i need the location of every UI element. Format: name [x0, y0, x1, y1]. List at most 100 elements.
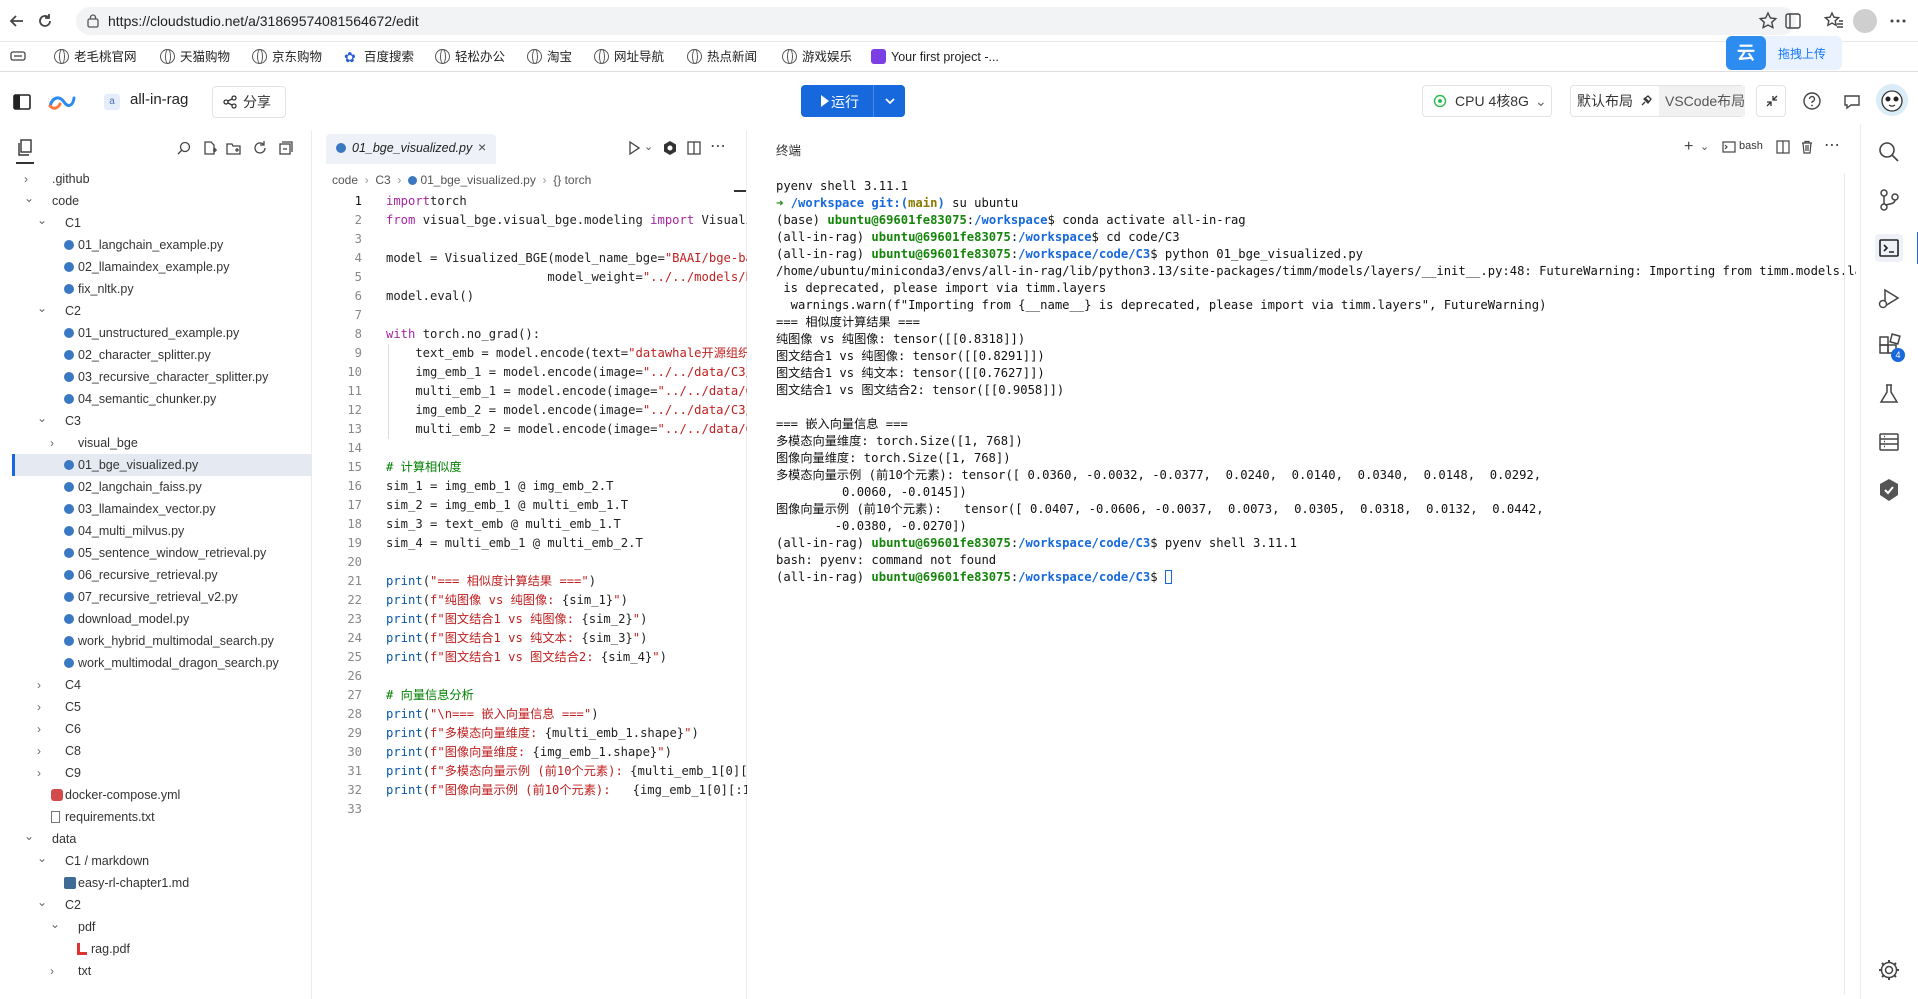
bookmark-3[interactable]: ✿ 百度搜索: [344, 48, 414, 66]
new-folder-icon[interactable]: [226, 140, 242, 156]
tree-file[interactable]: 07_recursive_retrieval_v2.py: [12, 586, 312, 608]
settings-gear-icon[interactable]: [1875, 956, 1903, 984]
tree-file[interactable]: work_hybrid_multimodal_search.py: [12, 630, 312, 652]
toggle-sidebar-icon[interactable]: [8, 88, 36, 116]
source-control-icon[interactable]: [1875, 186, 1903, 214]
run-debug-icon[interactable]: [1875, 284, 1903, 312]
testing-flask-icon[interactable]: [1875, 380, 1903, 408]
tree-folder[interactable]: ⌄ code: [12, 190, 312, 212]
editor-more-icon[interactable]: ⋯: [710, 136, 726, 156]
terminal-shell-label[interactable]: bash: [1739, 140, 1763, 152]
tree-file[interactable]: 04_multi_milvus.py: [12, 520, 312, 542]
refresh-icon[interactable]: [252, 140, 268, 156]
tree-file[interactable]: work_multimodal_dragon_search.py: [12, 652, 312, 674]
tree-file[interactable]: 03_llamaindex_vector.py: [12, 498, 312, 520]
share-button[interactable]: 分享: [212, 86, 286, 118]
bash-terminal-icon[interactable]: [1722, 140, 1736, 154]
tree-folder[interactable]: › .github: [12, 168, 312, 190]
tree-folder[interactable]: ⌄ C1: [12, 212, 312, 234]
bookmark-7[interactable]: 热点新闻: [687, 48, 757, 66]
new-file-icon[interactable]: [202, 140, 218, 156]
tree-file[interactable]: 03_recursive_character_splitter.py: [12, 366, 312, 388]
split-terminal-icon[interactable]: [1776, 140, 1790, 154]
tree-folder[interactable]: ⌄ pdf: [12, 916, 312, 938]
tree-file[interactable]: 02_langchain_faiss.py: [12, 476, 312, 498]
terminal-dropdown-chevron-icon[interactable]: ⌄: [1700, 140, 1709, 153]
favorite-star-icon[interactable]: [1757, 10, 1779, 32]
bookmark-9[interactable]: Your first project -...: [871, 48, 999, 66]
explorer-files-icon[interactable]: [16, 138, 34, 164]
remote-explorer-icon[interactable]: [1875, 428, 1903, 456]
search-files-icon[interactable]: [176, 140, 192, 156]
user-avatar[interactable]: [1876, 84, 1908, 116]
tree-file[interactable]: fix_nltk.py: [12, 278, 312, 300]
bookmark-6[interactable]: 网址导航: [594, 48, 664, 66]
run-file-play-icon[interactable]: [626, 140, 642, 156]
tree-folder[interactable]: ⌄ C1 / markdown: [12, 850, 312, 872]
bookmark-1[interactable]: 天猫购物: [160, 48, 230, 66]
breadcrumb-item[interactable]: code: [332, 173, 358, 187]
bookmark-4[interactable]: 轻松办公: [435, 48, 505, 66]
terminal-scrollbar[interactable]: [1844, 174, 1845, 994]
favorites-icon[interactable]: [1823, 10, 1845, 32]
run-dropdown-chevron-icon[interactable]: [882, 93, 898, 109]
kill-terminal-trash-icon[interactable]: [1800, 140, 1814, 154]
code-area[interactable]: 1 importtorch 2 from visual_bge.visual_bge.…: [322, 192, 747, 819]
split-editor-icon[interactable]: [686, 140, 702, 156]
site-info-icon[interactable]: [86, 14, 100, 28]
editor-tab[interactable]: 01_bge_visualized.py ×: [326, 134, 496, 164]
extensions-icon[interactable]: 4: [1875, 332, 1905, 362]
collapse-button[interactable]: [1756, 85, 1786, 117]
breadcrumb-item[interactable]: 01_bge_visualized.py: [420, 173, 535, 187]
tree-file[interactable]: easy-rl-chapter1.md: [12, 872, 312, 894]
breadcrumb-item[interactable]: C3: [375, 173, 390, 187]
tree-folder[interactable]: ⌄ C2: [12, 300, 312, 322]
terminal-more-icon[interactable]: ⋯: [1824, 135, 1840, 155]
upload-widget[interactable]: 云 拖拽上传: [1726, 36, 1842, 70]
back-arrow-icon[interactable]: [6, 10, 28, 32]
new-terminal-plus-icon[interactable]: +: [1684, 138, 1693, 156]
tree-folder[interactable]: › C5: [12, 696, 312, 718]
run-button[interactable]: 运行: [801, 85, 905, 117]
search-icon[interactable]: [1875, 138, 1903, 166]
tree-file[interactable]: 01_unstructured_example.py: [12, 322, 312, 344]
reading-view-icon[interactable]: [1782, 10, 1804, 32]
profile-avatar[interactable]: [1853, 9, 1877, 33]
tree-file[interactable]: 05_sentence_window_retrieval.py: [12, 542, 312, 564]
tree-folder[interactable]: › visual_bge: [12, 432, 312, 454]
tree-file[interactable]: download_model.py: [12, 608, 312, 630]
layout-vscode-option[interactable]: VSCode布局: [1659, 86, 1745, 116]
collapse-all-icon[interactable]: [278, 140, 294, 156]
tree-file[interactable]: docker-compose.yml: [12, 784, 312, 806]
more-menu-icon[interactable]: [1887, 10, 1909, 32]
tree-folder[interactable]: › C4: [12, 674, 312, 696]
layout-default-option[interactable]: 默认布局: [1577, 86, 1633, 116]
run-options-chevron-icon[interactable]: ⌄: [644, 140, 653, 153]
help-icon[interactable]: [1798, 87, 1826, 115]
chat-icon[interactable]: [1838, 87, 1866, 115]
close-tab-icon[interactable]: ×: [478, 139, 486, 155]
tree-folder[interactable]: › C8: [12, 740, 312, 762]
tree-file[interactable]: 04_semantic_chunker.py: [12, 388, 312, 410]
cloud-plugin-icon[interactable]: [1875, 476, 1903, 504]
tree-folder[interactable]: › txt: [12, 960, 312, 982]
tree-folder[interactable]: ⌄ C3: [12, 410, 312, 432]
tree-file[interactable]: rag.pdf: [12, 938, 312, 960]
tree-file[interactable]: 06_recursive_retrieval.py: [12, 564, 312, 586]
tab-actions-icon[interactable]: [10, 48, 26, 66]
tree-folder[interactable]: › C6: [12, 718, 312, 740]
tree-file[interactable]: 02_character_splitter.py: [12, 344, 312, 366]
terminal-icon[interactable]: [1875, 234, 1903, 262]
reload-icon[interactable]: [34, 10, 56, 32]
tree-file[interactable]: 01_bge_visualized.py: [12, 454, 312, 476]
bookmark-2[interactable]: 京东购物: [252, 48, 322, 66]
breadcrumb-item[interactable]: {} torch: [553, 173, 591, 187]
tree-file[interactable]: 01_langchain_example.py: [12, 234, 312, 256]
workspace-name[interactable]: all-in-rag: [130, 91, 188, 108]
bookmark-8[interactable]: 游戏娱乐: [782, 48, 852, 66]
copilot-icon[interactable]: [662, 140, 678, 156]
cpu-selector[interactable]: CPU 4核8G ⌄: [1422, 85, 1552, 117]
tree-folder[interactable]: › C9: [12, 762, 312, 784]
bookmark-5[interactable]: 淘宝: [527, 48, 572, 66]
bookmark-0[interactable]: 老毛桃官网: [54, 48, 137, 66]
